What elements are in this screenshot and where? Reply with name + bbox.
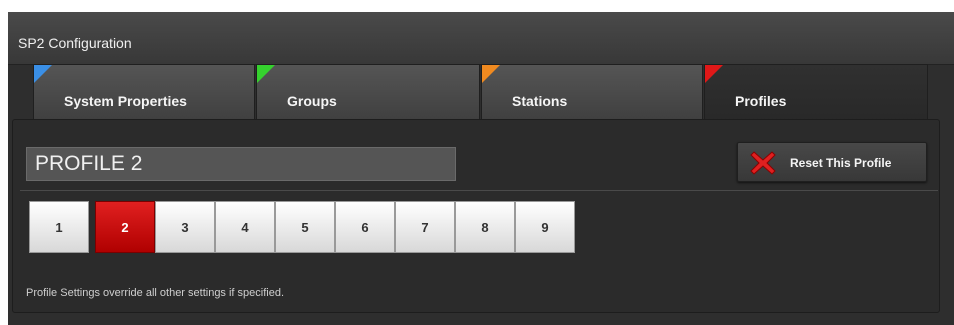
profile-number-button[interactable]: 7: [395, 201, 455, 253]
tab-corner-indicator: [257, 65, 275, 83]
title-bar: SP2 Configuration: [8, 12, 954, 65]
profile-number-button[interactable]: 4: [215, 201, 275, 253]
x-icon: [750, 151, 776, 175]
profile-number-button[interactable]: 8: [455, 201, 515, 253]
tab-corner-indicator: [34, 65, 52, 83]
tab-corner-indicator: [482, 65, 500, 83]
profile-name-field[interactable]: PROFILE 2: [26, 147, 456, 181]
reset-profile-button[interactable]: Reset This Profile: [737, 142, 927, 182]
profile-number-button[interactable]: 1: [29, 201, 89, 253]
tab-label: System Properties: [64, 93, 187, 109]
profile-number-button[interactable]: 6: [335, 201, 395, 253]
tab-system-properties[interactable]: System Properties: [33, 64, 255, 122]
profile-number-button[interactable]: 5: [275, 201, 335, 253]
window-title: SP2 Configuration: [18, 35, 132, 51]
profile-number-button-selected[interactable]: 2: [95, 201, 155, 253]
reset-profile-label: Reset This Profile: [790, 156, 892, 170]
divider: [20, 190, 938, 191]
tab-label: Groups: [287, 93, 337, 109]
tab-corner-indicator: [705, 65, 723, 83]
tab-label: Profiles: [735, 93, 787, 109]
tab-label: Stations: [512, 93, 568, 109]
tab-groups[interactable]: Groups: [256, 64, 480, 122]
profile-settings-note: Profile Settings override all other sett…: [26, 287, 285, 299]
profile-number-button[interactable]: 9: [515, 201, 575, 253]
profile-number-button[interactable]: 3: [155, 201, 215, 253]
tab-profiles[interactable]: Profiles: [704, 64, 928, 124]
tab-stations[interactable]: Stations: [481, 64, 703, 122]
